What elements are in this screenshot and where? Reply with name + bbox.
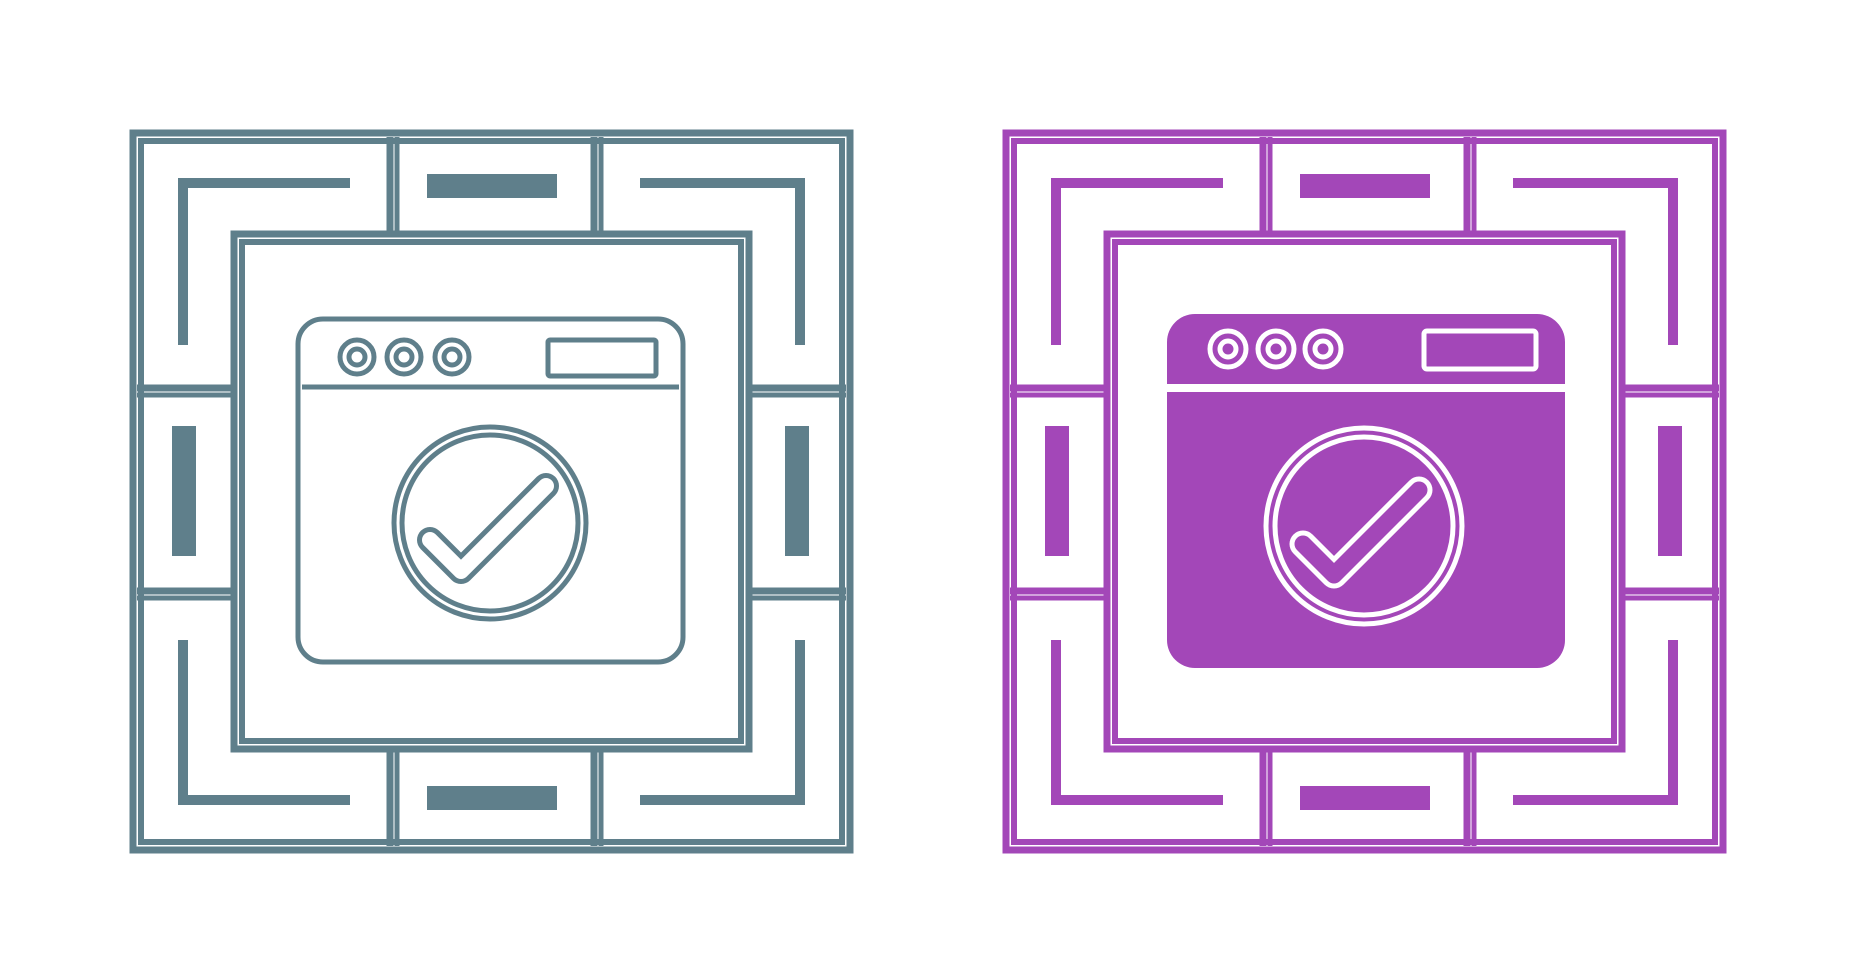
address-bar <box>545 337 659 379</box>
window-dot-icon <box>393 346 415 368</box>
check-circle-icon <box>391 424 589 622</box>
bar-left <box>172 426 196 556</box>
browser-toolbar-divider <box>1167 384 1565 392</box>
bar-top <box>1300 174 1430 198</box>
frame-icon-outline <box>129 129 854 854</box>
bar-bottom <box>1300 786 1430 810</box>
bar-left <box>1045 426 1069 556</box>
outer-frame-inner <box>138 138 845 845</box>
bar-bottom <box>427 786 557 810</box>
bar-top <box>427 174 557 198</box>
inner-frame <box>230 230 753 753</box>
window-dot-icon <box>432 337 472 377</box>
window-dot-icon <box>384 337 424 377</box>
corner-bracket-bottom-right <box>640 640 805 805</box>
bar-right <box>1658 426 1682 556</box>
bar-right <box>785 426 809 556</box>
filled-icon-tile <box>927 0 1854 980</box>
icon-showcase <box>0 0 1854 980</box>
browser-window-icon <box>1167 314 1565 668</box>
window-dot-icon <box>346 346 368 368</box>
window-dot-icon <box>441 346 463 368</box>
frame-icon-filled <box>1002 129 1727 854</box>
outline-icon-tile <box>0 0 927 980</box>
browser-window-icon <box>295 316 686 665</box>
window-dot-icon <box>337 337 377 377</box>
check-circle-icon <box>399 432 581 614</box>
